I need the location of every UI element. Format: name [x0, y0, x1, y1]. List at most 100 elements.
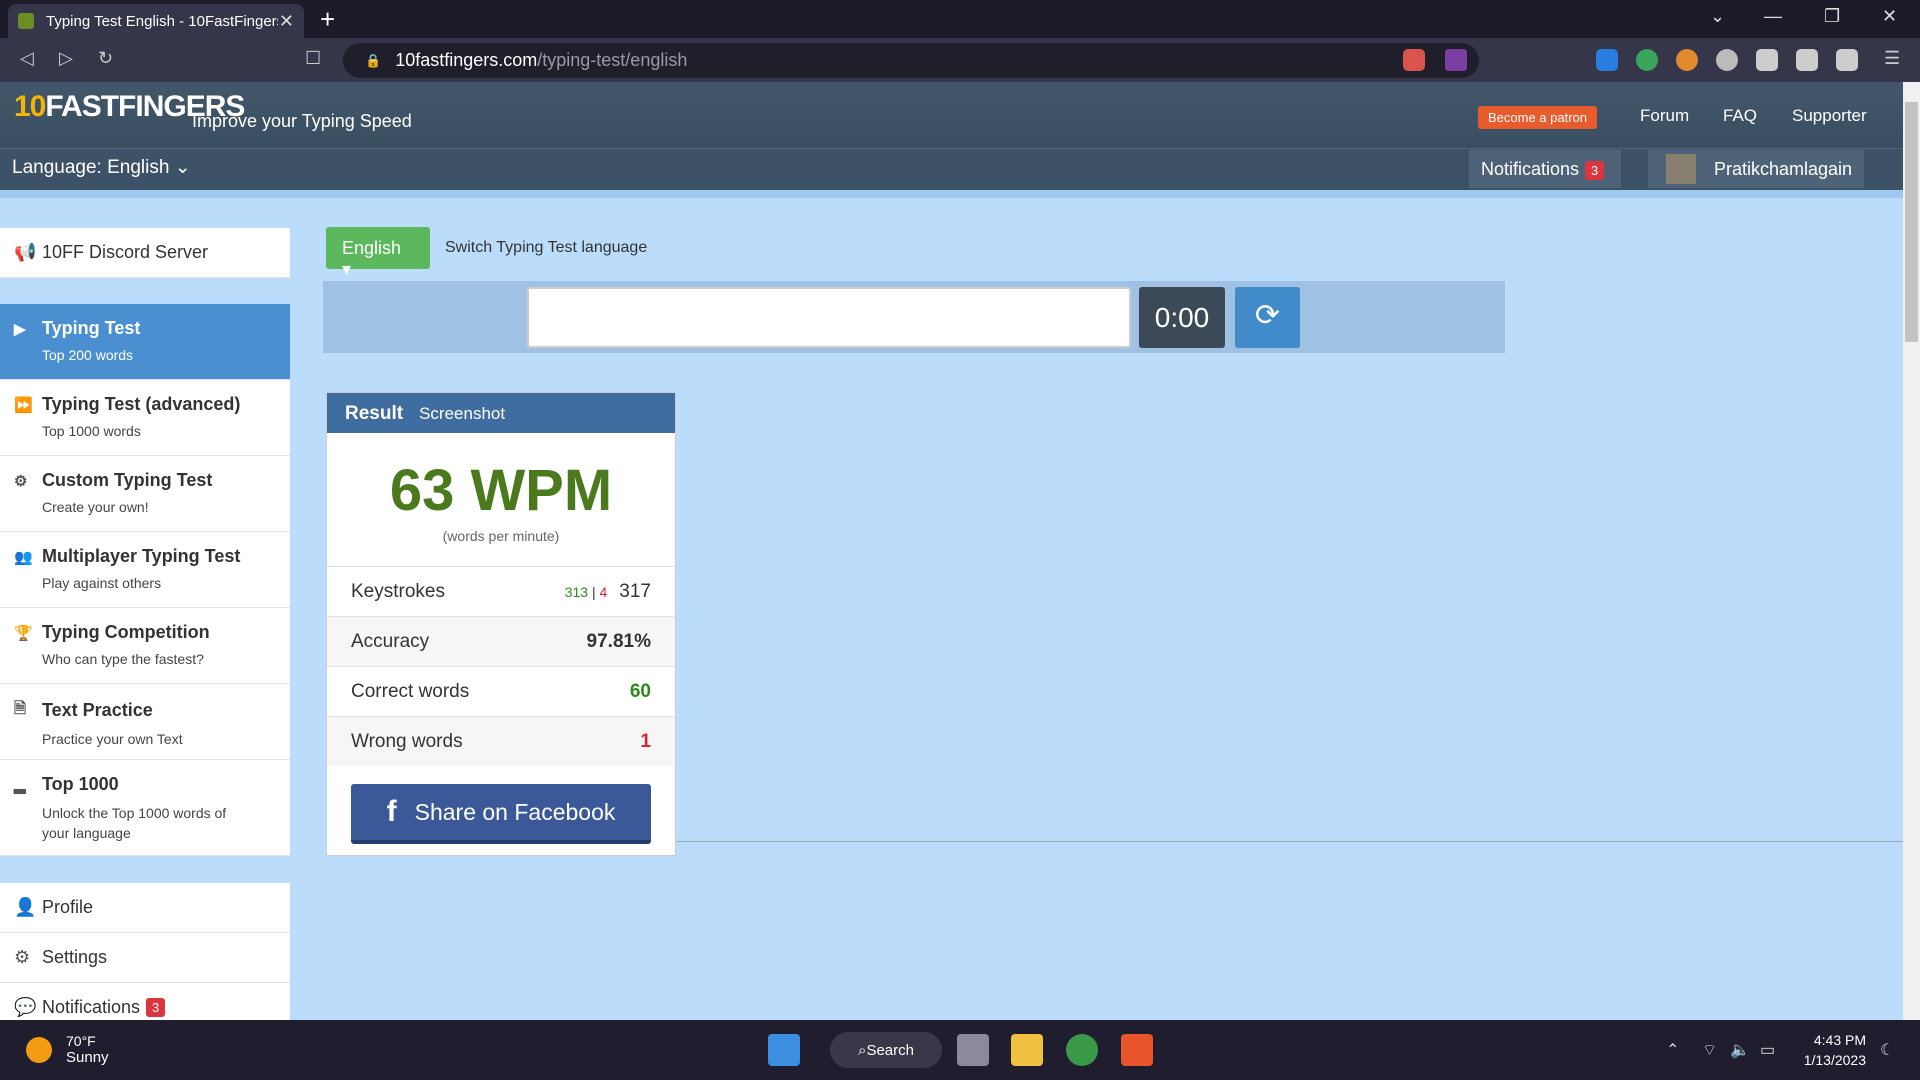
sidebar-item-discord[interactable]: 📢 10FF Discord Server [0, 228, 290, 278]
refresh-icon: ⟳ [1254, 299, 1281, 332]
restart-button[interactable]: ⟳ [1235, 287, 1300, 348]
forward-icon[interactable]: ▷ [59, 48, 73, 69]
sidebar-item-text-practice[interactable]: 🗎 Text Practice Practice your own Text [0, 684, 290, 760]
timer: 0:00 [1139, 287, 1225, 348]
result-header: Result Screenshot [327, 393, 675, 433]
sidebar-item-competition[interactable]: 🏆 Typing Competition Who can type the fas… [0, 608, 290, 684]
correct-words-row: Correct words 60 [327, 666, 675, 716]
language-dropdown[interactable]: Language: English ⌄ [12, 156, 191, 179]
sidebar-toggle-icon[interactable] [1796, 49, 1818, 71]
tray-overflow-icon[interactable]: ⌃ [1666, 1040, 1679, 1060]
signal-icon: ▂ [14, 776, 26, 794]
url-domain: 10fastfingers.com [395, 50, 538, 70]
result-panel: Result Screenshot 63 WPM (words per minu… [326, 392, 676, 856]
search-icon: ⌕ [858, 1041, 867, 1059]
volume-icon[interactable]: 🔈 [1730, 1040, 1750, 1060]
bookmark-icon[interactable]: ☐ [305, 48, 321, 69]
site-tagline: Improve your Typing Speed [192, 111, 412, 131]
wifi-icon[interactable]: ⌔ [1702, 1040, 1717, 1060]
file-explorer-icon[interactable] [1011, 1034, 1043, 1066]
gear-icon: ⚙ [14, 947, 31, 967]
become-patron-button[interactable]: Become a patron [1478, 106, 1598, 129]
user-icon: 👤 [14, 897, 37, 917]
extension-globe-icon[interactable] [1636, 49, 1658, 71]
brave-shields-icon[interactable] [1403, 49, 1425, 71]
share-facebook-button[interactable]: f Share on Facebook [351, 784, 651, 844]
accuracy-row: Accuracy 97.81% [327, 616, 675, 666]
extension-fi-icon[interactable] [1596, 49, 1618, 71]
caret-down-icon: ▾ [342, 259, 352, 279]
windows-start-icon[interactable] [768, 1034, 800, 1066]
battery-icon[interactable]: ▭ [1760, 1040, 1775, 1060]
close-tab-icon[interactable]: ✕ [279, 11, 294, 32]
result-tab[interactable]: Result [345, 403, 403, 425]
extensions-puzzle-icon[interactable] [1756, 49, 1778, 71]
account-menu: 👤 Profile ⚙ Settings 💬 Notifications 3 [0, 883, 290, 1033]
chevron-down-icon: ⌄ [174, 157, 191, 178]
brave-rewards-icon[interactable] [1445, 49, 1467, 71]
taskbar-search[interactable]: ⌕ Search [830, 1032, 942, 1068]
sidebar-menu: ▶ Typing Test Top 200 words ⏩ Typing Test … [0, 304, 290, 856]
minimize-icon[interactable]: — [1764, 6, 1782, 27]
wpm-value: 63 WPM [389, 458, 613, 523]
language-select-button[interactable]: English ▾ [326, 227, 430, 279]
wpm-label: (words per minute) [442, 528, 560, 544]
restore-icon[interactable]: ❐ [1824, 6, 1840, 27]
avatar [1666, 154, 1696, 184]
trophy-icon: 🏆 [14, 624, 33, 642]
reload-icon[interactable]: ↻ [98, 48, 113, 69]
url-bar[interactable]: 🔒 10fastfingers.com /typing-test/english [343, 43, 1479, 78]
browser-tab[interactable]: Typing Test English - 10FastFingers ✕ [8, 4, 304, 38]
document-icon: 🗎 [14, 700, 27, 717]
switch-language-label: Switch Typing Test language [445, 239, 648, 256]
nav-faq[interactable]: FAQ [1723, 106, 1757, 126]
taskbar-clock[interactable]: 4:43 PM 1/13/2023 [1796, 1030, 1866, 1070]
username: Pratikchamlagain [1714, 158, 1853, 179]
user-menu-button[interactable]: Pratikchamlagain [1648, 150, 1864, 188]
brave-icon[interactable] [1121, 1034, 1153, 1066]
sidebar-item-typing-test[interactable]: ▶ Typing Test Top 200 words [0, 304, 290, 380]
extension-user-icon[interactable] [1676, 49, 1698, 71]
task-view-icon[interactable] [957, 1034, 989, 1066]
weather-widget[interactable]: 70°F Sunny [26, 1033, 109, 1066]
comment-icon: 💬 [14, 997, 37, 1017]
back-icon[interactable]: ◁ [20, 48, 34, 69]
typing-input[interactable] [527, 287, 1131, 348]
play-icon: ▶ [14, 320, 26, 338]
nav-forum[interactable]: Forum [1640, 106, 1689, 126]
new-tab-button[interactable]: + [320, 4, 335, 35]
keystrokes-row: Keystrokes 313 | 4 317 [327, 566, 675, 616]
sidebar-item-custom-typing-test[interactable]: ⚙ Custom Typing Test Create your own! [0, 456, 290, 532]
tab-search-chevron-icon[interactable]: ⌄ [1710, 6, 1725, 27]
sidebar-item-typing-test-advanced[interactable]: ⏩ Typing Test (advanced) Top 1000 words [0, 380, 290, 456]
url-path: /typing-test/english [537, 50, 688, 70]
quiet-hours-icon[interactable]: ☾ [1880, 1040, 1894, 1060]
close-window-icon[interactable]: ✕ [1882, 6, 1897, 27]
wrong-words-row: Wrong words 1 [327, 716, 675, 766]
sun-icon [26, 1036, 52, 1063]
sidebar-item-profile[interactable]: 👤 Profile [0, 883, 290, 933]
wallet-icon[interactable] [1836, 49, 1858, 71]
extension-atom-icon[interactable] [1716, 49, 1738, 71]
gears-icon: ⚙ [14, 472, 28, 490]
content-divider [677, 841, 1903, 842]
lock-icon: 🔒 [365, 52, 382, 68]
notifications-badge: 3 [1585, 161, 1605, 180]
notifications-button[interactable]: Notifications 3 [1469, 150, 1621, 188]
facebook-icon: f [386, 795, 397, 828]
screenshot-tab[interactable]: Screenshot [419, 404, 505, 424]
users-icon: 👥 [14, 548, 33, 566]
site-favicon-icon [18, 13, 34, 29]
sidebar-item-multiplayer[interactable]: 👥 Multiplayer Typing Test Play against ot… [0, 532, 290, 608]
scrollbar-thumb[interactable] [1905, 102, 1918, 342]
notifications-badge: 3 [146, 998, 166, 1017]
menu-icon[interactable]: ☰ [1884, 48, 1900, 69]
discord-box: 📢 10FF Discord Server [0, 228, 290, 278]
tab-title: Typing Test English - 10FastFingers [46, 12, 278, 30]
header-divider [0, 190, 1903, 198]
fast-forward-icon: ⏩ [14, 396, 33, 414]
nav-supporter[interactable]: Supporter [1792, 106, 1867, 126]
chrome-icon[interactable] [1066, 1034, 1098, 1066]
sidebar-item-settings[interactable]: ⚙ Settings [0, 933, 290, 983]
sidebar-item-top-1000[interactable]: ▂ Top 1000 Unlock the Top 1000 words of y… [0, 760, 290, 856]
